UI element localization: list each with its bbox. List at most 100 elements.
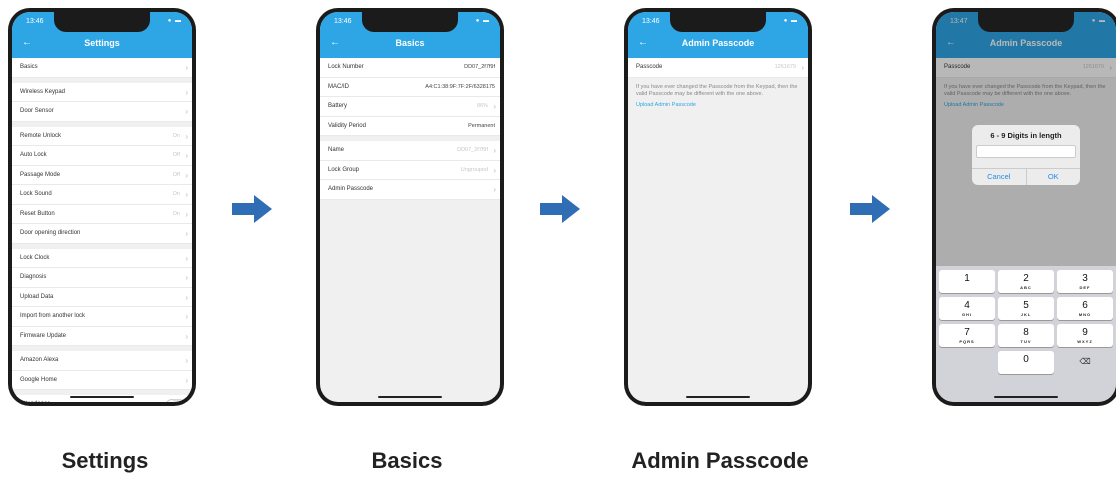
backspace-icon: ⌫ <box>1079 357 1091 366</box>
settings-row[interactable]: Battery 86% › <box>320 97 500 117</box>
keypad-key-8[interactable]: 8 TUV <box>998 324 1054 347</box>
keypad-key-0[interactable]: 0 <box>998 351 1054 374</box>
row-label: Name <box>328 147 345 153</box>
settings-row[interactable]: Lock Number DD07_2f7f9f <box>320 58 500 78</box>
keypad-key-5[interactable]: 5 JKL <box>998 297 1054 320</box>
row-value: Ungrouped <box>460 166 488 173</box>
settings-row[interactable]: Passcode 1261679 › <box>628 58 808 78</box>
row-label: Passcode <box>636 64 663 70</box>
attendance-toggle[interactable] <box>166 399 186 402</box>
nav-bar: ← Settings <box>12 32 192 58</box>
keypad-key-7[interactable]: 7 PQRS <box>939 324 995 347</box>
settings-row[interactable]: Auto Lock Off › <box>12 146 192 166</box>
nav-bar: ← Basics <box>320 32 500 58</box>
status-time: 13:46 <box>334 18 352 25</box>
row-label: Amazon Alexa <box>20 357 59 363</box>
notch <box>670 12 766 32</box>
settings-row[interactable]: Diagnosis › <box>12 268 192 288</box>
arrow-right-icon <box>540 195 580 223</box>
key-letters: PQRS <box>959 339 975 344</box>
chevron-right-icon: › <box>185 229 188 238</box>
settings-row[interactable]: Basics › <box>12 58 192 78</box>
back-arrow-icon[interactable]: ← <box>330 32 340 54</box>
row-value: DD07_2f7f9f <box>464 64 495 70</box>
back-arrow-icon[interactable]: ← <box>22 32 32 54</box>
status-icons: ● ▬ <box>167 18 182 24</box>
settings-row[interactable]: Lock Clock › <box>12 248 192 268</box>
home-indicator <box>686 395 750 398</box>
chevron-right-icon: › <box>801 63 804 72</box>
key-digit: 9 <box>1082 327 1088 338</box>
key-letters: TUV <box>1020 339 1032 344</box>
row-label: Lock Number <box>328 64 364 70</box>
caption-basics: Basics <box>371 448 443 473</box>
settings-row[interactable]: Lock Group Ungrouped › <box>320 160 500 180</box>
phone-settings: 13:46 ● ▬ ← Settings Basics › Wireless Keypad ›… <box>8 8 196 406</box>
row-label: Google Home <box>20 376 58 383</box>
ok-button[interactable]: OK <box>1027 169 1081 185</box>
settings-row[interactable]: Door Sensor › <box>12 102 192 122</box>
chevron-right-icon: › <box>493 185 496 194</box>
settings-row[interactable]: MAC/ID A4:C1:38:9F:7F:2F/6328175 <box>320 77 500 97</box>
row-label: Upload Data <box>20 293 54 300</box>
row-value: On <box>172 210 180 217</box>
keypad-blank <box>939 351 995 374</box>
keypad-row: 0 ⌫ <box>939 351 1113 374</box>
key-letters: GHI <box>961 312 973 317</box>
settings-row[interactable]: Firmware Update › <box>12 326 192 346</box>
settings-row[interactable]: Passage Mode Off › <box>12 165 192 185</box>
row-label: Admin Passcode <box>328 186 374 192</box>
key-digit: 1 <box>964 273 970 284</box>
row-label: Validity Period <box>328 122 366 129</box>
notch <box>978 12 1074 32</box>
row-label: Import from another lock <box>20 313 86 319</box>
settings-row[interactable]: Upload Data › <box>12 287 192 307</box>
key-digit: 4 <box>964 300 970 311</box>
chevron-right-icon: › <box>185 63 188 72</box>
back-arrow-icon[interactable]: ← <box>638 32 648 54</box>
arrow-right-icon <box>850 195 890 223</box>
row-label: Battery <box>328 103 348 109</box>
keypad-key-6[interactable]: 6 MNO <box>1057 297 1113 320</box>
settings-row[interactable]: Wireless Keypad › <box>12 82 192 102</box>
row-label: Passage Mode <box>20 171 61 178</box>
settings-row[interactable]: Lock Sound On › <box>12 185 192 205</box>
keypad-key-3[interactable]: 3 DEF <box>1057 270 1113 293</box>
upload-admin-passcode-link[interactable]: Upload Admin Passcode <box>628 98 808 112</box>
settings-row[interactable]: Admin Passcode › <box>320 180 500 200</box>
settings-row[interactable]: Validity Period Permanent <box>320 116 500 136</box>
chevron-right-icon: › <box>185 170 188 180</box>
settings-row[interactable]: Amazon Alexa › <box>12 351 192 371</box>
keypad-key-4[interactable]: 4 GHI <box>939 297 995 320</box>
key-letters: ABC <box>1020 285 1032 290</box>
row-value: Permanent <box>468 122 495 129</box>
backspace-key[interactable]: ⌫ <box>1057 351 1113 374</box>
chevron-right-icon: › <box>185 253 188 263</box>
cancel-button[interactable]: Cancel <box>972 169 1027 185</box>
keypad-row: 7 PQRS 8 TUV 9 WXYZ <box>939 324 1113 347</box>
keypad-row: 4 GHI 5 JKL 6 MNO <box>939 297 1113 320</box>
settings-row[interactable]: Reset Button On › <box>12 204 192 224</box>
keypad-key-9[interactable]: 9 WXYZ <box>1057 324 1113 347</box>
page-title: Basics <box>395 38 425 48</box>
settings-row[interactable]: Door opening direction › <box>12 224 192 244</box>
caption-settings: Settings <box>61 448 149 473</box>
chevron-right-icon: › <box>493 165 496 175</box>
row-value: On <box>172 191 180 197</box>
chevron-right-icon: › <box>185 209 188 219</box>
row-label: Lock Sound <box>20 191 52 197</box>
settings-row[interactable]: Name DD07_2f7f9f › <box>320 141 500 161</box>
key-letters: WXYZ <box>1077 339 1093 344</box>
settings-row[interactable]: Remote Unlock On › <box>12 126 192 146</box>
keypad-key-2[interactable]: 2 ABC <box>998 270 1054 293</box>
key-digit: 6 <box>1082 300 1088 311</box>
chevron-right-icon: › <box>185 273 188 282</box>
passcode-input[interactable] <box>976 145 1076 158</box>
settings-row[interactable]: Google Home › <box>12 370 192 390</box>
row-value: DD07_2f7f9f <box>457 147 488 153</box>
notch <box>54 12 150 32</box>
dialog-title: 6 - 9 Digits in length <box>990 131 1062 140</box>
keypad-key-1[interactable]: 1 <box>939 270 995 293</box>
row-label: Firmware Update <box>20 332 67 339</box>
settings-row[interactable]: Import from another lock › <box>12 307 192 327</box>
